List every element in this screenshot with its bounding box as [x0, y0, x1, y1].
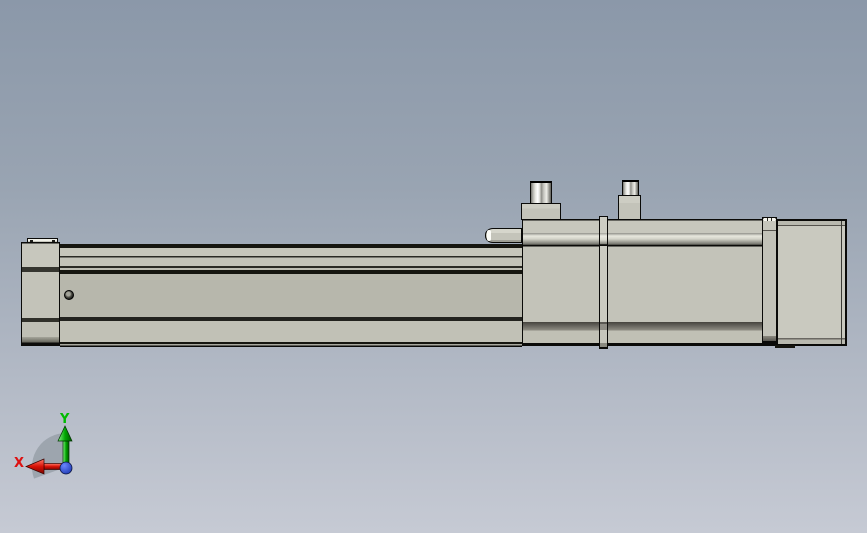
- end-cap[interactable]: [21, 242, 60, 346]
- motor-flange[interactable]: [762, 217, 777, 345]
- connector-large[interactable]: [530, 181, 552, 204]
- rail-body[interactable]: [60, 244, 522, 347]
- motor-endcap-line: [841, 221, 842, 344]
- plate-highlight: [487, 230, 491, 241]
- triad-y-label: Y: [59, 412, 70, 427]
- end-cap-lip[interactable]: [27, 238, 58, 243]
- connector-pedestal-small[interactable]: [618, 195, 641, 220]
- triad-origin-dot[interactable]: [59, 461, 73, 475]
- screw-hole[interactable]: [64, 290, 74, 300]
- orientation-triad: X Y: [14, 412, 73, 479]
- carriage-plate[interactable]: [485, 228, 522, 243]
- motor-bottom-lip: [775, 345, 795, 348]
- lip-screw-icon: [30, 240, 33, 242]
- flange-highlight: [764, 218, 775, 221]
- connector-small[interactable]: [622, 180, 639, 196]
- clamp-band[interactable]: [599, 216, 608, 349]
- motor-body[interactable]: [777, 219, 847, 346]
- cad-viewport[interactable]: X Y: [0, 0, 867, 533]
- connector-pedestal-large[interactable]: [521, 203, 561, 220]
- triad-x-label: X: [14, 456, 24, 471]
- motor-housing[interactable]: [522, 219, 777, 346]
- lip-screw-icon: [52, 240, 55, 242]
